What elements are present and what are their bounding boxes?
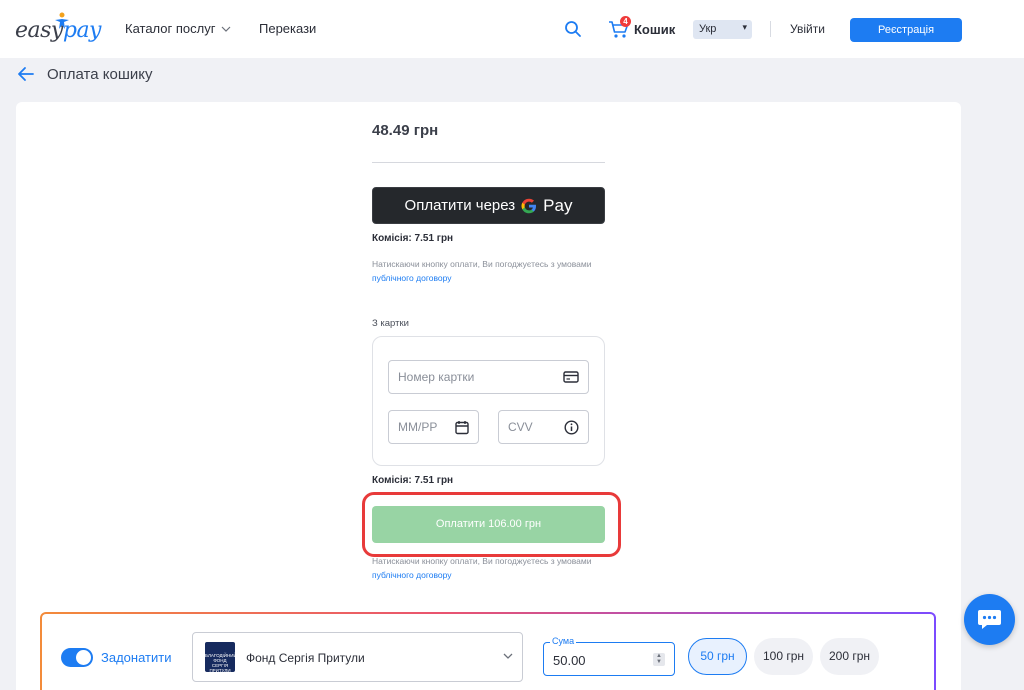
expiry-placeholder: ММ/РР: [398, 420, 438, 434]
chevron-down-icon: [222, 26, 231, 32]
cvv-placeholder: CVV: [508, 420, 533, 434]
terms-link[interactable]: публічного договору: [372, 273, 452, 283]
sum-value: 50.00: [553, 653, 586, 668]
login-link[interactable]: Увійти: [790, 22, 825, 36]
chat-button[interactable]: [964, 594, 1015, 645]
donate-sum-input[interactable]: Сума 50.00 ▲ ▼: [543, 636, 675, 676]
cart-icon: 4: [608, 16, 631, 39]
cart-label: Кошик: [634, 21, 676, 37]
terms-notice-card: Натискаючи кнопку оплати, Ви погоджуєтес…: [372, 554, 612, 582]
from-card-label: З картки: [372, 318, 409, 329]
terms-text: Натискаючи кнопку оплати, Ви погоджуєтес…: [372, 259, 592, 269]
header-divider: [770, 21, 771, 37]
fund-name: Фонд Сергія Притули: [246, 651, 365, 665]
toggle-knob: [76, 650, 91, 665]
google-pay-label: Оплатити через: [404, 197, 516, 214]
terms-link[interactable]: публічного договору: [372, 570, 452, 580]
sum-stepper[interactable]: ▲ ▼: [653, 653, 665, 666]
card-number-placeholder: Номер картки: [398, 370, 475, 384]
cart-button[interactable]: 4 Кошик: [608, 16, 676, 39]
info-icon[interactable]: [564, 419, 579, 435]
preset-200-button[interactable]: 200 грн: [820, 638, 879, 675]
cart-count-badge: 4: [620, 16, 631, 27]
cvv-field[interactable]: CVV: [498, 410, 589, 444]
order-amount: 48.49 грн: [372, 122, 439, 139]
commission-gpay: Комісія: 7.51 грн: [372, 233, 454, 244]
credit-card-icon: [563, 371, 579, 383]
chevron-down-icon: [503, 653, 513, 659]
nav-transfers[interactable]: Перекази: [259, 21, 316, 36]
nav-catalog-label: Каталог послуг: [125, 21, 216, 36]
fund-select[interactable]: БЛАГОДІЙНИЙ ФОНД СЕРГІЯ ПРИТУЛИ Фонд Сер…: [192, 632, 523, 682]
nav-transfers-label: Перекази: [259, 21, 317, 36]
calendar-icon: [455, 420, 469, 434]
donate-toggle[interactable]: [61, 648, 93, 667]
divider: [372, 162, 605, 163]
google-g-icon: [521, 198, 537, 213]
easypay-logo[interactable]: easypay: [15, 12, 102, 46]
card-number-field[interactable]: Номер картки: [388, 360, 589, 394]
preset-50-button[interactable]: 50 грн: [688, 638, 747, 675]
terms-text: Натискаючи кнопку оплати, Ви погоджуєтес…: [372, 556, 592, 566]
expiry-field[interactable]: ММ/РР: [388, 410, 479, 444]
register-button[interactable]: Реєстрація: [850, 18, 962, 42]
pay-button-highlight: [362, 492, 621, 557]
sum-label: Сума: [550, 636, 577, 646]
language-value: Укр: [699, 23, 717, 35]
page-title: Оплата кошику: [47, 66, 153, 83]
fund-logo: БЛАГОДІЙНИЙ ФОНД СЕРГІЯ ПРИТУЛИ: [205, 642, 237, 673]
logo-figure-icon: [55, 12, 69, 29]
google-pay-pay-label: Pay: [543, 195, 573, 215]
donate-label[interactable]: Задонатити: [101, 650, 171, 665]
chat-bubble-icon: [978, 610, 1001, 629]
top-header: easypay Каталог послуг Перекази 4 Кошик …: [0, 0, 1024, 58]
commission-card: Комісія: 7.51 грн: [372, 475, 454, 486]
terms-notice-gpay: Натискаючи кнопку оплати, Ви погоджуєтес…: [372, 257, 612, 285]
language-select[interactable]: Укр ▾: [693, 20, 752, 39]
card-form: [372, 336, 605, 466]
back-arrow-icon[interactable]: [16, 65, 36, 83]
nav-catalog[interactable]: Каталог послуг: [125, 21, 231, 36]
search-icon[interactable]: [564, 20, 582, 38]
preset-100-button[interactable]: 100 грн: [754, 638, 813, 675]
chevron-down-icon: ▾: [742, 22, 747, 32]
google-pay-button[interactable]: Оплатити через Pay: [372, 187, 605, 224]
